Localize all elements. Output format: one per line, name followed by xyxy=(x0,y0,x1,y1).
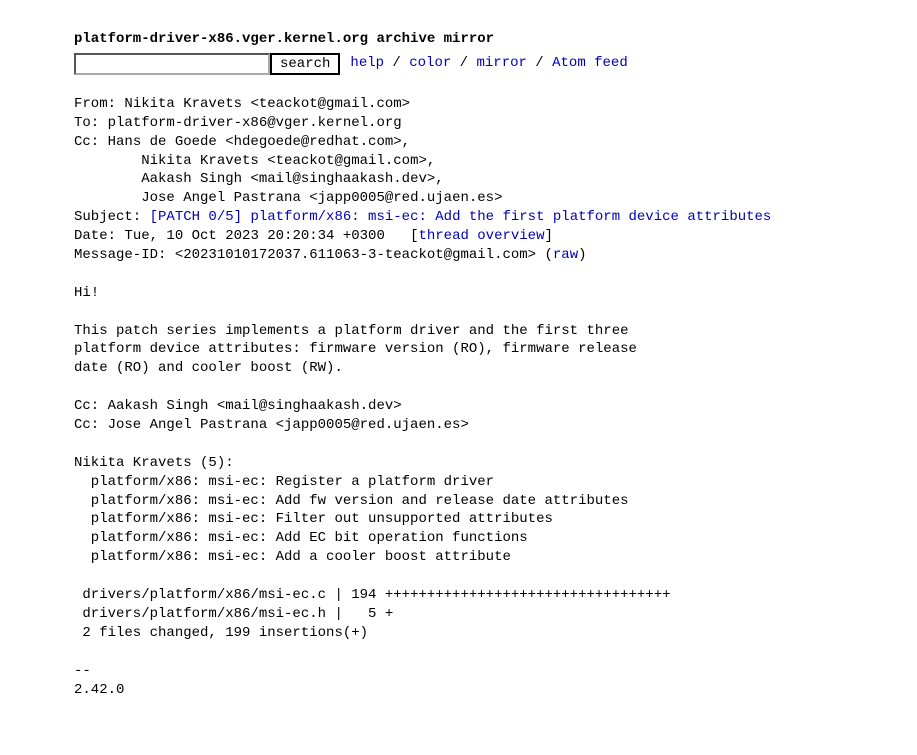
cc-value-3: Aakash Singh <mail@singhaakash.dev>, xyxy=(74,171,444,187)
msgid-value: <20231010172037.611063-3-teackot@gmail.c… xyxy=(175,247,545,263)
search-input[interactable] xyxy=(74,53,270,75)
search-nav-row: search help / color / mirror / Atom feed xyxy=(74,53,917,75)
date-value: Tue, 10 Oct 2023 20:20:34 +0300 xyxy=(124,228,384,244)
help-link[interactable]: help xyxy=(350,55,384,71)
search-button[interactable]: search xyxy=(270,53,340,75)
message-body: Hi! This patch series implements a platf… xyxy=(74,265,917,699)
to-label: To: xyxy=(74,115,108,131)
nav-links: help / color / mirror / Atom feed xyxy=(350,54,627,73)
paren-open: ( xyxy=(545,247,553,263)
paren-close: ) xyxy=(578,247,586,263)
raw-link[interactable]: raw xyxy=(553,247,578,263)
nav-sep: / xyxy=(527,55,552,71)
cc-value-4: Jose Angel Pastrana <japp0005@red.ujaen.… xyxy=(74,190,502,206)
mirror-link[interactable]: mirror xyxy=(476,55,526,71)
subject-label: Subject: xyxy=(74,209,150,225)
cc-label: Cc: xyxy=(74,134,108,150)
message-headers: From: Nikita Kravets <teackot@gmail.com>… xyxy=(74,95,917,265)
thread-overview-link[interactable]: thread overview xyxy=(418,228,544,244)
bracket-close: ] xyxy=(545,228,553,244)
subject-link[interactable]: [PATCH 0/5] platform/x86: msi-ec: Add th… xyxy=(150,209,772,225)
from-value: Nikita Kravets <teackot@gmail.com> xyxy=(124,96,410,112)
archive-title: platform-driver-x86.vger.kernel.org arch… xyxy=(74,30,917,49)
date-label: Date: xyxy=(74,228,124,244)
from-label: From: xyxy=(74,96,124,112)
color-link[interactable]: color xyxy=(409,55,451,71)
to-value: platform-driver-x86@vger.kernel.org xyxy=(108,115,402,131)
date-gap xyxy=(385,228,410,244)
cc-value-2: Nikita Kravets <teackot@gmail.com>, xyxy=(74,153,435,169)
cc-value-1: Hans de Goede <hdegoede@redhat.com>, xyxy=(108,134,410,150)
nav-sep: / xyxy=(384,55,409,71)
body-text: Hi! This patch series implements a platf… xyxy=(74,285,671,698)
nav-sep: / xyxy=(451,55,476,71)
msgid-label: Message-ID: xyxy=(74,247,175,263)
atom-feed-link[interactable]: Atom feed xyxy=(552,55,628,71)
